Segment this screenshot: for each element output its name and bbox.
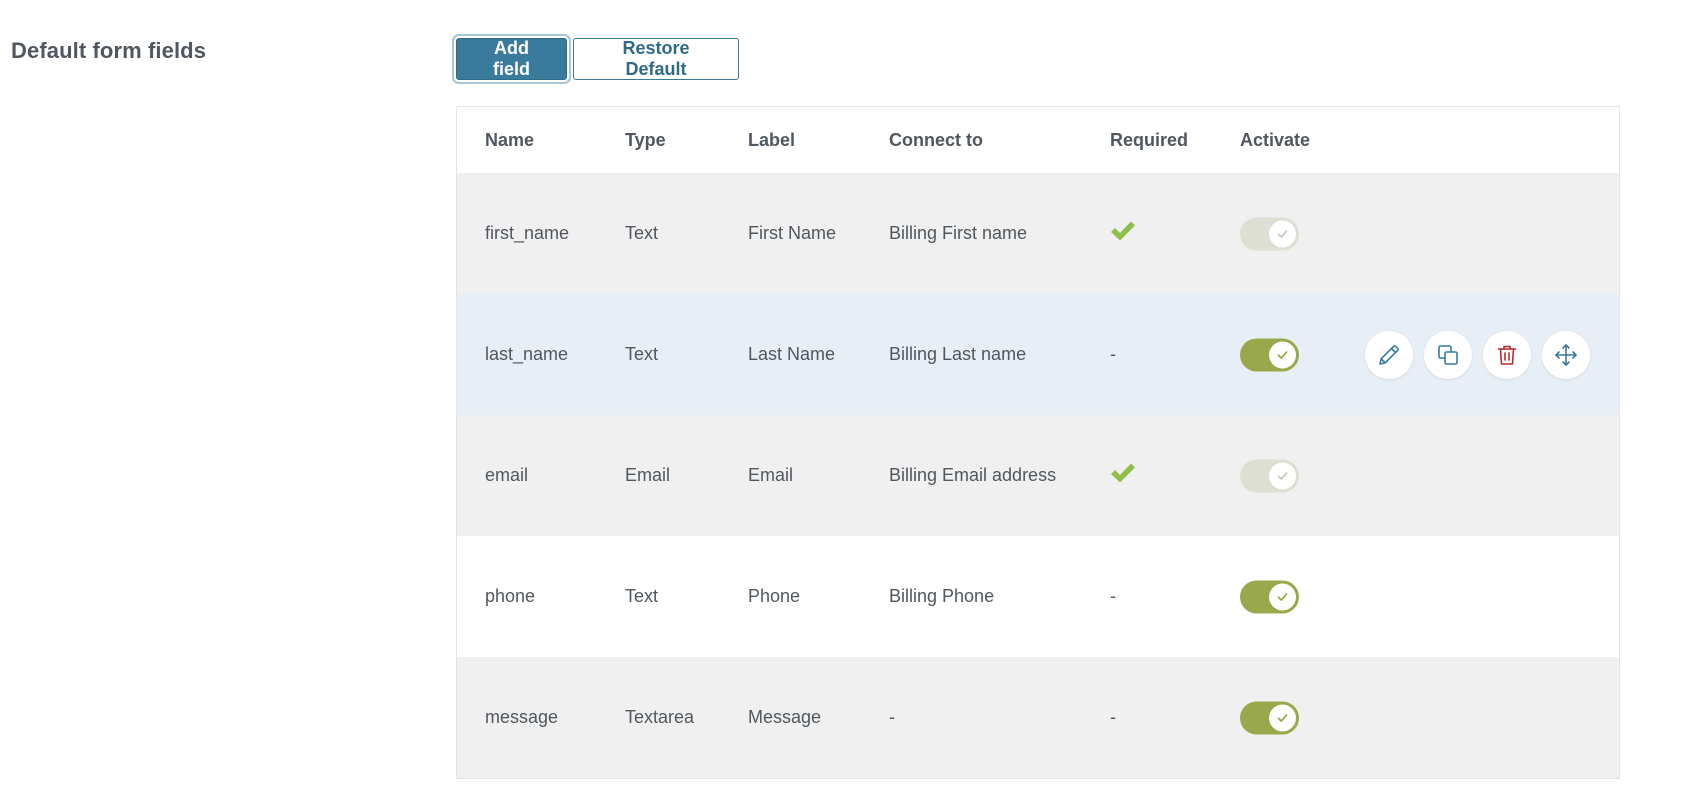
field-required: - xyxy=(1110,344,1116,364)
header-name: Name xyxy=(485,129,535,150)
field-type: Email xyxy=(625,465,671,485)
move-icon xyxy=(1555,343,1577,366)
field-connect-to: Billing First name xyxy=(889,223,1028,243)
header-required: Required xyxy=(1110,129,1189,150)
field-name: first_name xyxy=(485,223,570,243)
duplicate-button[interactable] xyxy=(1424,330,1472,379)
field-connect-to: - xyxy=(889,707,895,727)
duplicate-icon xyxy=(1438,344,1458,365)
table-row[interactable]: first_name Text First Name Billing First… xyxy=(457,173,1619,294)
header-type: Type xyxy=(625,129,666,150)
header-activate: Activate xyxy=(1240,129,1311,150)
field-required: - xyxy=(1110,586,1116,606)
field-connect-to: Billing Last name xyxy=(889,344,1027,364)
header-label: Label xyxy=(748,129,796,150)
toggle-check-icon xyxy=(1269,583,1296,610)
activate-toggle[interactable] xyxy=(1240,701,1299,734)
field-type: Text xyxy=(625,586,659,606)
delete-button[interactable] xyxy=(1483,330,1531,379)
field-name: email xyxy=(485,465,529,485)
required-check-icon xyxy=(1110,220,1136,247)
field-required: - xyxy=(1110,707,1116,727)
activate-toggle[interactable] xyxy=(1240,338,1299,371)
table-row[interactable]: message Textarea Message - - xyxy=(457,657,1619,778)
table-row[interactable]: phone Text Phone Billing Phone - xyxy=(457,536,1619,657)
section-title: Default form fields xyxy=(11,38,207,63)
required-check-icon xyxy=(1110,462,1136,489)
field-label: Message xyxy=(748,707,822,727)
activate-toggle xyxy=(1240,459,1299,492)
toolbar: Add field Restore Default xyxy=(456,38,739,80)
delete-icon xyxy=(1497,345,1517,365)
row-actions xyxy=(1365,330,1590,379)
add-field-button[interactable]: Add field xyxy=(456,38,567,80)
edit-button[interactable] xyxy=(1365,330,1413,379)
activate-toggle[interactable] xyxy=(1240,580,1299,613)
table-row[interactable]: last_name Text Last Name Billing Last na… xyxy=(457,294,1619,415)
toggle-check-icon xyxy=(1269,220,1296,247)
field-name: message xyxy=(485,707,559,727)
field-name: last_name xyxy=(485,344,569,364)
table-row[interactable]: email Email Email Billing Email address xyxy=(457,415,1619,536)
restore-default-button[interactable]: Restore Default xyxy=(573,38,739,80)
field-label: First Name xyxy=(748,223,837,243)
field-label: Email xyxy=(748,465,794,485)
form-fields-table: Name Type Label Connect to Required Acti… xyxy=(456,106,1620,779)
field-connect-to: Billing Phone xyxy=(889,586,995,606)
field-type: Textarea xyxy=(625,707,695,727)
toggle-check-icon xyxy=(1269,341,1296,368)
table-header: Name Type Label Connect to Required Acti… xyxy=(457,107,1619,173)
field-type: Text xyxy=(625,344,659,364)
field-name: phone xyxy=(485,586,536,606)
field-label: Last Name xyxy=(748,344,836,364)
toggle-check-icon xyxy=(1269,704,1296,731)
move-button[interactable] xyxy=(1542,330,1590,379)
edit-icon xyxy=(1379,344,1399,365)
field-type: Text xyxy=(625,223,659,243)
field-label: Phone xyxy=(748,586,801,606)
header-connect-to: Connect to xyxy=(889,129,983,150)
activate-toggle xyxy=(1240,217,1299,250)
field-connect-to: Billing Email address xyxy=(889,465,1057,485)
toggle-check-icon xyxy=(1269,462,1296,489)
